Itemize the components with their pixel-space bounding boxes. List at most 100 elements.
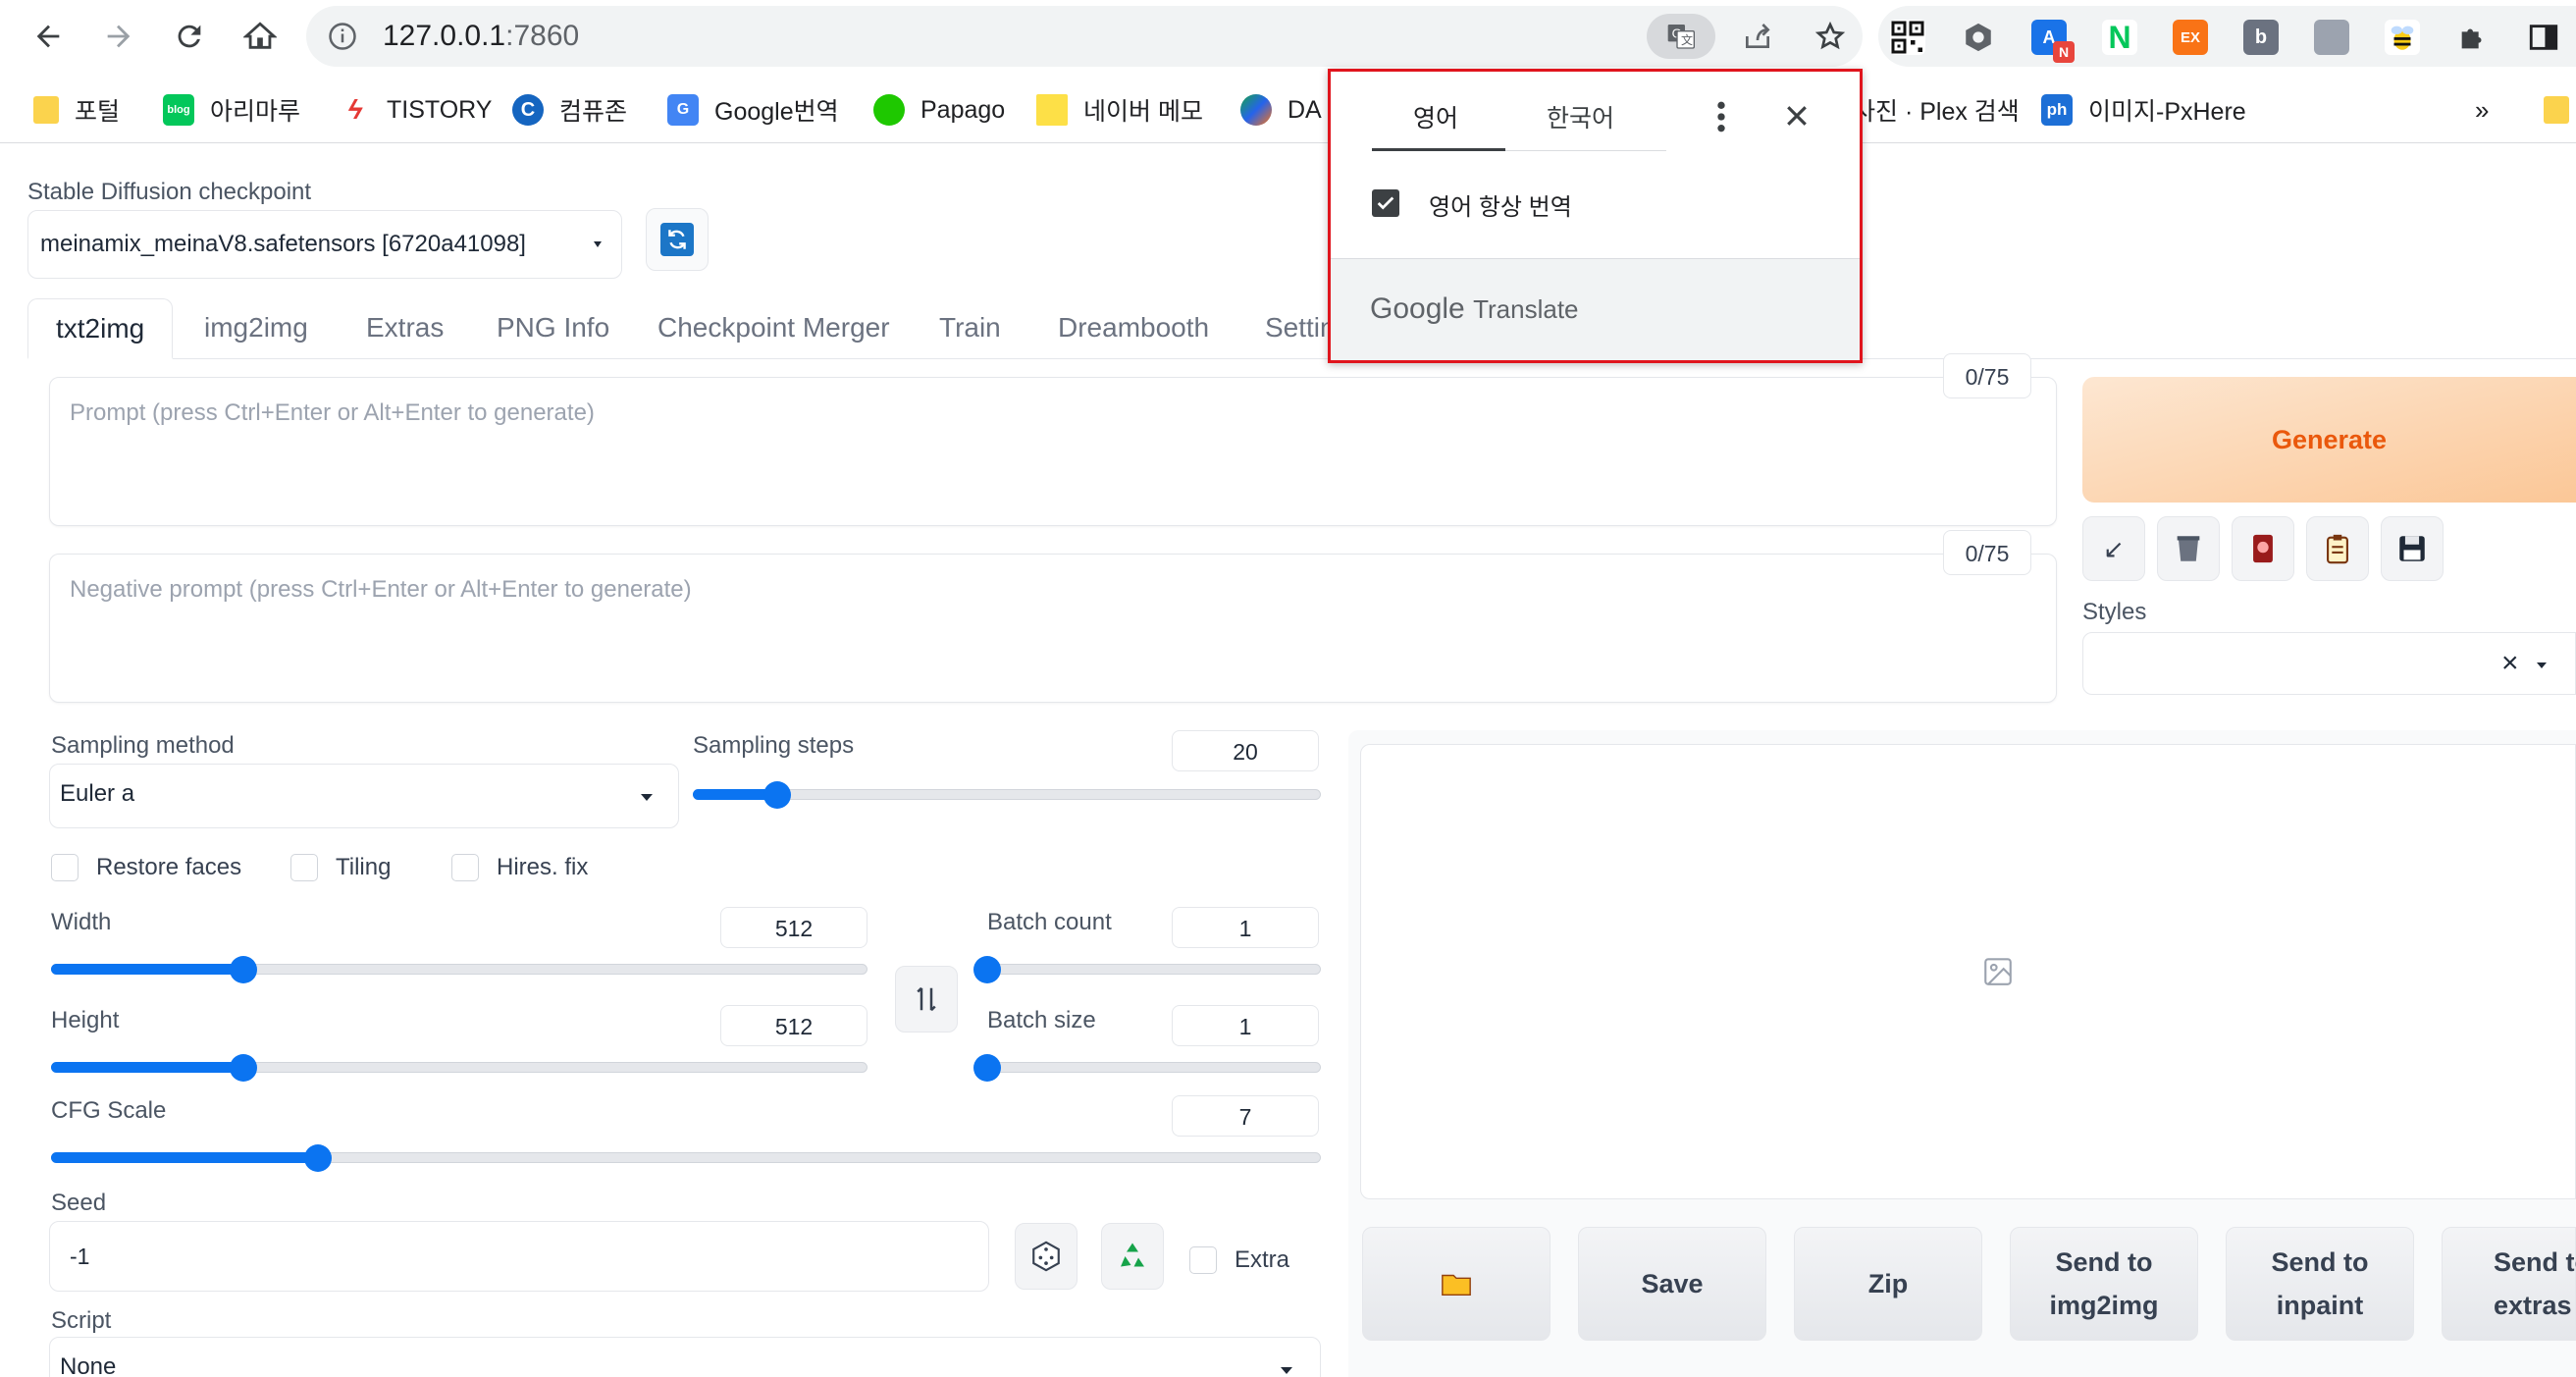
save-button[interactable]: Save	[1578, 1227, 1766, 1341]
bookmark-plex[interactable]: 사진 · Plex 검색	[1853, 90, 2020, 130]
read-params-button[interactable]: ↙	[2082, 516, 2145, 581]
negative-prompt-input[interactable]: Negative prompt (press Ctrl+Enter or Alt…	[49, 554, 2057, 703]
card-icon	[2253, 534, 2273, 563]
translate-ext-icon[interactable]: AN	[2031, 20, 2075, 63]
bookmark-google-translate[interactable]: G Google번역	[667, 90, 839, 130]
bee-ext-icon[interactable]	[2385, 20, 2420, 55]
restore-faces-checkbox[interactable]: Restore faces	[51, 854, 241, 881]
hires-fix-checkbox[interactable]: Hires. fix	[451, 854, 588, 881]
batch-size-slider[interactable]	[973, 1052, 1321, 1082]
wolf-ext-icon[interactable]	[2314, 20, 2349, 55]
styles-select[interactable]: ×	[2082, 632, 2576, 695]
script-select[interactable]: None	[49, 1337, 1321, 1377]
extra-seed-checkbox[interactable]: Extra	[1189, 1246, 1289, 1274]
sampling-method-select[interactable]: Euler a	[49, 764, 679, 828]
refresh-checkpoint-button[interactable]	[646, 208, 709, 271]
arrow-down-left-icon: ↙	[2103, 533, 2125, 563]
tab-target-language[interactable]: 한국어	[1547, 99, 1614, 134]
slider-thumb[interactable]	[973, 956, 1001, 983]
extra-networks-button[interactable]	[2232, 516, 2294, 581]
bookmark-tistory[interactable]: ϟ TISTORY	[340, 90, 493, 130]
generate-button[interactable]: Generate	[2082, 377, 2576, 503]
height-slider[interactable]	[51, 1052, 867, 1082]
seed-label: Seed	[51, 1190, 107, 1216]
tab-train[interactable]: Train	[939, 298, 1001, 359]
reload-button[interactable]	[163, 10, 216, 63]
tab-dreambooth[interactable]: Dreambooth	[1058, 298, 1209, 359]
slider-thumb[interactable]	[973, 1054, 1001, 1082]
translate-page-button[interactable]: G文	[1647, 14, 1715, 59]
address-bar[interactable]: 127.0.0.1:7860 G文	[306, 6, 1863, 67]
memo-icon	[1036, 94, 1068, 126]
paste-style-button[interactable]	[2306, 516, 2369, 581]
qr-code-icon[interactable]	[1890, 20, 1925, 55]
url-text[interactable]: 127.0.0.1:7860	[383, 20, 579, 53]
seed-input[interactable]: -1	[49, 1221, 989, 1292]
send-to-extras-button[interactable]: Send toextras	[2442, 1227, 2576, 1341]
bookmark-da[interactable]: DA	[1240, 90, 1322, 130]
tiling-checkbox[interactable]: Tiling	[290, 854, 391, 881]
translate-popup: 영어 한국어 영어 항상 번역 Google Translate	[1328, 69, 1863, 363]
width-label: Width	[51, 909, 112, 935]
batch-count-input[interactable]: 1	[1172, 907, 1319, 948]
prompt-input[interactable]: Prompt (press Ctrl+Enter or Alt+Enter to…	[49, 377, 2057, 526]
bookmark-arimaru[interactable]: blog 아리마루	[163, 90, 300, 130]
checkpoint-select[interactable]: meinamix_meinaV8.safetensors [6720a41098…	[27, 210, 622, 279]
settings-ext-icon[interactable]	[1961, 20, 1996, 55]
random-seed-button[interactable]	[1015, 1223, 1078, 1290]
sidebar-icon[interactable]	[2526, 20, 2561, 55]
clear-styles-icon[interactable]: ×	[2501, 647, 2519, 680]
sampling-steps-slider[interactable]	[693, 779, 1321, 809]
height-label: Height	[51, 1007, 120, 1033]
image-gallery[interactable]	[1360, 744, 2576, 1199]
share-button[interactable]	[1735, 14, 1780, 59]
bookmark-star-button[interactable]	[1808, 14, 1853, 59]
tab-png-info[interactable]: PNG Info	[497, 298, 609, 359]
ex-ext-icon[interactable]: EX	[2173, 20, 2208, 55]
puzzle-icon[interactable]	[2455, 20, 2491, 55]
tab-checkpoint-merger[interactable]: Checkpoint Merger	[657, 298, 890, 359]
batch-size-input[interactable]: 1	[1172, 1005, 1319, 1046]
width-input[interactable]: 512	[720, 907, 867, 948]
bookmark-compuzone[interactable]: C 컴퓨존	[512, 90, 627, 130]
more-options-icon[interactable]	[1715, 97, 1727, 136]
sampling-steps-input[interactable]: 20	[1172, 730, 1319, 771]
tab-source-language[interactable]: 영어	[1413, 99, 1458, 134]
bookmark-folder-other[interactable]	[2544, 90, 2576, 130]
forward-button[interactable]	[92, 10, 145, 63]
tab-settings[interactable]: Settin	[1265, 298, 1336, 359]
back-button[interactable]	[22, 10, 75, 63]
open-folder-button[interactable]	[1362, 1227, 1551, 1341]
trash-button[interactable]	[2157, 516, 2220, 581]
send-to-img2img-button[interactable]: Send to img2img	[2010, 1227, 2198, 1341]
cfg-scale-slider[interactable]	[51, 1142, 1321, 1172]
send-to-inpaint-button[interactable]: Send to inpaint	[2226, 1227, 2414, 1341]
save-style-button[interactable]	[2381, 516, 2444, 581]
bookmark-naver-memo[interactable]: 네이버 메모	[1036, 90, 1203, 130]
bookmarks-overflow-button[interactable]: »	[2475, 90, 2489, 130]
height-input[interactable]: 512	[720, 1005, 867, 1046]
slider-thumb[interactable]	[763, 781, 792, 809]
batch-count-slider[interactable]	[973, 954, 1321, 983]
slider-thumb[interactable]	[229, 956, 257, 983]
close-icon[interactable]	[1782, 101, 1812, 131]
home-button[interactable]	[234, 10, 287, 63]
cfg-scale-input[interactable]: 7	[1172, 1095, 1319, 1137]
bookmark-papago[interactable]: Papago	[873, 90, 1005, 130]
b-ext-icon[interactable]: b	[2243, 20, 2279, 55]
bookmark-folder-portal[interactable]: 포털	[33, 90, 120, 130]
reuse-seed-button[interactable]	[1101, 1223, 1164, 1290]
zip-button[interactable]: Zip	[1794, 1227, 1982, 1341]
forward-arrow-icon	[107, 25, 131, 48]
tab-txt2img[interactable]: txt2img	[27, 298, 174, 359]
always-translate-checkbox[interactable]	[1372, 189, 1399, 217]
bookmark-pxhere[interactable]: ph 이미지-PxHere	[2041, 90, 2246, 130]
naver-ext-icon[interactable]: N	[2102, 20, 2137, 55]
width-slider[interactable]	[51, 954, 867, 983]
slider-thumb[interactable]	[229, 1054, 257, 1082]
info-icon[interactable]	[328, 22, 357, 51]
slider-thumb[interactable]	[303, 1144, 332, 1172]
tab-extras[interactable]: Extras	[366, 298, 444, 359]
tab-img2img[interactable]: img2img	[204, 298, 308, 359]
swap-dimensions-button[interactable]	[895, 966, 958, 1033]
